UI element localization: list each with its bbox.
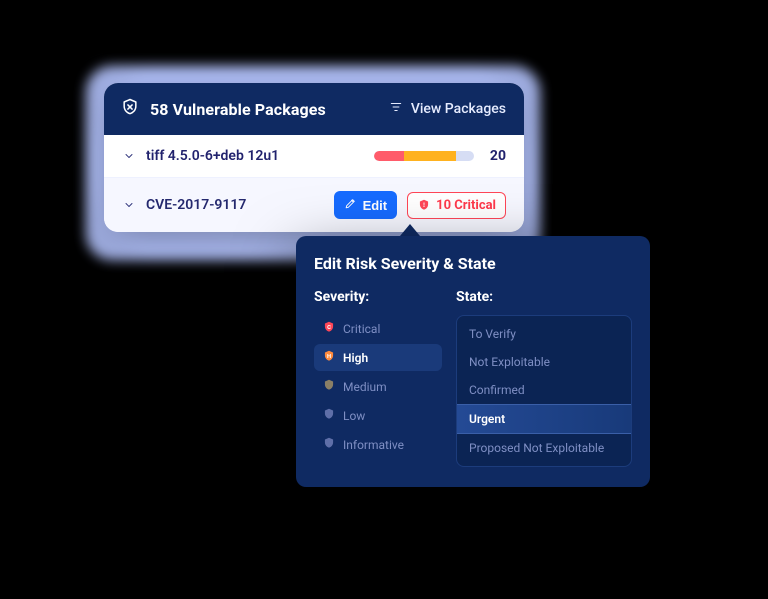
pencil-icon (344, 197, 357, 213)
chevron-down-icon (122, 198, 136, 212)
package-name: tiff 4.5.0-6+deb 12u1 (146, 148, 364, 164)
state-option-label: Confirmed (469, 383, 525, 397)
package-vuln-count: 20 (490, 148, 506, 164)
severity-option-label: Medium (343, 380, 387, 394)
package-row[interactable]: tiff 4.5.0-6+deb 12u1 20 (104, 135, 524, 178)
edit-button-label: Edit (363, 198, 388, 213)
chevron-down-icon (122, 149, 136, 163)
cve-row[interactable]: CVE-2017-9117 Edit 10 Critical (104, 178, 524, 232)
severity-option-label: Low (343, 409, 365, 423)
state-option-proposed-not-exploitable[interactable]: Proposed Not Exploitable (457, 434, 631, 462)
edit-button[interactable]: Edit (334, 191, 398, 219)
severity-option-label: Critical (343, 322, 380, 336)
state-option-list: To Verify Not Exploitable Confirmed Urgent P… (456, 315, 632, 467)
popover-arrow (400, 224, 420, 236)
state-option-label: Proposed Not Exploitable (469, 441, 604, 455)
view-packages-link[interactable]: View Packages (389, 100, 506, 118)
severity-option-label: High (343, 351, 368, 365)
popover-title: Edit Risk Severity & State (314, 254, 632, 273)
severity-column: Severity: C Critical H High Medium Low Info… (314, 289, 442, 467)
shield-icon (322, 407, 336, 424)
severity-option-medium[interactable]: Medium (314, 373, 442, 400)
card-title: 58 Vulnerable Packages (150, 100, 379, 119)
critical-badge[interactable]: 10 Critical (407, 192, 506, 219)
severity-option-low[interactable]: Low (314, 402, 442, 429)
cve-id: CVE-2017-9117 (146, 197, 324, 213)
shield-alert-icon (417, 198, 431, 212)
state-option-to-verify[interactable]: To Verify (457, 320, 631, 348)
vulnerable-packages-card: 58 Vulnerable Packages View Packages tif… (104, 83, 524, 232)
state-heading: State: (456, 289, 632, 305)
severity-bar (374, 151, 474, 161)
shield-icon (322, 378, 336, 395)
severity-option-label: Informative (343, 438, 404, 452)
card-header: 58 Vulnerable Packages View Packages (104, 83, 524, 135)
severity-option-critical[interactable]: C Critical (314, 315, 442, 342)
severity-option-informative[interactable]: Informative (314, 431, 442, 458)
severity-option-list: C Critical H High Medium Low Informative (314, 315, 442, 458)
state-option-urgent[interactable]: Urgent (457, 404, 631, 434)
edit-risk-popover: Edit Risk Severity & State Severity: C Cr… (296, 236, 650, 487)
severity-option-high[interactable]: H High (314, 344, 442, 371)
state-column: State: To Verify Not Exploitable Confirmed… (456, 289, 632, 467)
state-option-confirmed[interactable]: Confirmed (457, 376, 631, 404)
view-packages-label: View Packages (411, 101, 506, 117)
shield-icon: C (322, 320, 336, 337)
svg-text:C: C (327, 325, 331, 331)
severity-bar-red (374, 151, 404, 161)
svg-text:H: H (327, 354, 331, 360)
shield-icon (322, 436, 336, 453)
severity-heading: Severity: (314, 289, 442, 305)
critical-badge-text: 10 Critical (436, 198, 496, 213)
shield-x-icon (120, 97, 140, 121)
state-option-not-exploitable[interactable]: Not Exploitable (457, 348, 631, 376)
state-option-label: Not Exploitable (469, 355, 550, 369)
state-option-label: Urgent (469, 412, 505, 426)
filter-icon (389, 100, 403, 118)
severity-bar-orange (404, 151, 456, 161)
state-option-label: To Verify (469, 327, 516, 341)
shield-icon: H (322, 349, 336, 366)
